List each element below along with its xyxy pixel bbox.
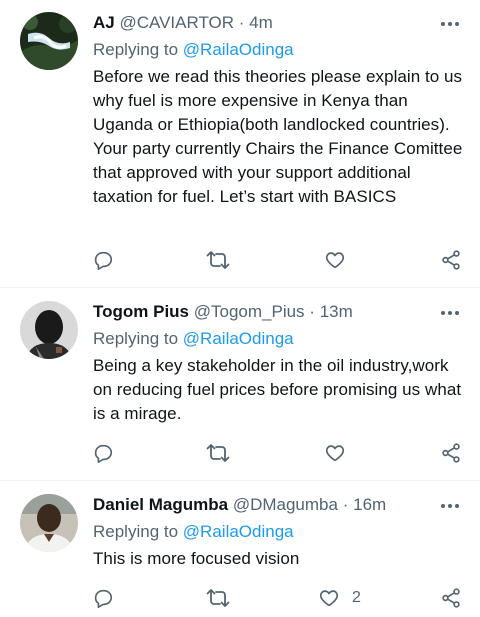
retweet-icon <box>206 587 230 609</box>
replying-to-label: Replying to <box>93 329 179 348</box>
reply-button[interactable] <box>92 248 114 272</box>
like-button[interactable] <box>324 248 358 272</box>
separator: · <box>342 495 349 514</box>
reply-tweet[interactable]: Daniel Magumba @DMagumba · 16m Replying … <box>0 481 480 617</box>
retweet-icon <box>206 249 230 271</box>
replying-to-handle[interactable]: @RailaOdinga <box>183 522 294 541</box>
heart-icon <box>324 442 346 464</box>
share-icon <box>440 587 462 609</box>
retweet-button[interactable] <box>206 586 230 610</box>
display-name[interactable]: AJ <box>93 13 115 32</box>
share-button[interactable] <box>440 441 462 465</box>
display-name[interactable]: Togom Pius <box>93 302 189 321</box>
share-icon <box>440 442 462 464</box>
retweet-button[interactable] <box>206 441 230 465</box>
timestamp[interactable]: 16m <box>353 495 386 514</box>
tweet-actions <box>92 441 464 465</box>
separator: · <box>309 302 315 321</box>
share-button[interactable] <box>440 248 462 272</box>
tweet-header: Togom Pius @Togom_Pius · 13m <box>93 301 463 323</box>
reply-tweet[interactable]: AJ @CAVIARTOR · 4m Replying to @RailaOdi… <box>0 0 480 287</box>
reply-tweet[interactable]: Togom Pius @Togom_Pius · 13m Replying to… <box>0 288 480 480</box>
replying-to: Replying to @RailaOdinga <box>93 521 463 543</box>
like-count: 2 <box>352 589 361 606</box>
replying-to: Replying to @RailaOdinga <box>93 328 463 350</box>
like-button[interactable]: 2 <box>318 586 361 610</box>
replying-to-label: Replying to <box>93 40 179 59</box>
tweet-text: This is more focused vision <box>93 549 300 568</box>
tweet-text: Being a key stakeholder in the oil indus… <box>93 356 462 423</box>
avatar[interactable] <box>20 301 78 359</box>
tweet-header: Daniel Magumba @DMagumba · 16m <box>93 494 463 516</box>
tweet-header: AJ @CAVIARTOR · 4m <box>93 12 463 34</box>
avatar[interactable] <box>20 12 78 70</box>
user-handle[interactable]: @Togom_Pius <box>194 302 305 321</box>
retweet-button[interactable] <box>206 248 230 272</box>
heart-icon <box>324 249 346 271</box>
retweet-icon <box>206 442 230 464</box>
reply-icon <box>92 249 114 271</box>
tweet-actions <box>92 248 464 272</box>
replying-to-handle[interactable]: @RailaOdinga <box>183 40 294 59</box>
user-handle[interactable]: @DMagumba <box>233 495 338 514</box>
tweet-actions: 2 <box>92 586 464 610</box>
reply-icon <box>92 442 114 464</box>
reply-button[interactable] <box>92 441 114 465</box>
reply-button[interactable] <box>92 586 114 610</box>
share-icon <box>440 249 462 271</box>
tweet-text: Before we read this theories please expl… <box>93 67 463 206</box>
replying-to-handle[interactable]: @RailaOdinga <box>183 329 294 348</box>
replying-to-label: Replying to <box>93 522 179 541</box>
timestamp[interactable]: 13m <box>320 302 353 321</box>
reply-icon <box>92 587 114 609</box>
heart-icon <box>318 587 340 609</box>
separator: · <box>238 13 245 32</box>
display-name[interactable]: Daniel Magumba <box>93 495 228 514</box>
replying-to: Replying to @RailaOdinga <box>93 39 463 61</box>
share-button[interactable] <box>440 586 462 610</box>
like-button[interactable] <box>324 441 358 465</box>
user-handle[interactable]: @CAVIARTOR <box>119 13 234 32</box>
avatar[interactable] <box>20 494 78 552</box>
timestamp[interactable]: 4m <box>249 13 273 32</box>
